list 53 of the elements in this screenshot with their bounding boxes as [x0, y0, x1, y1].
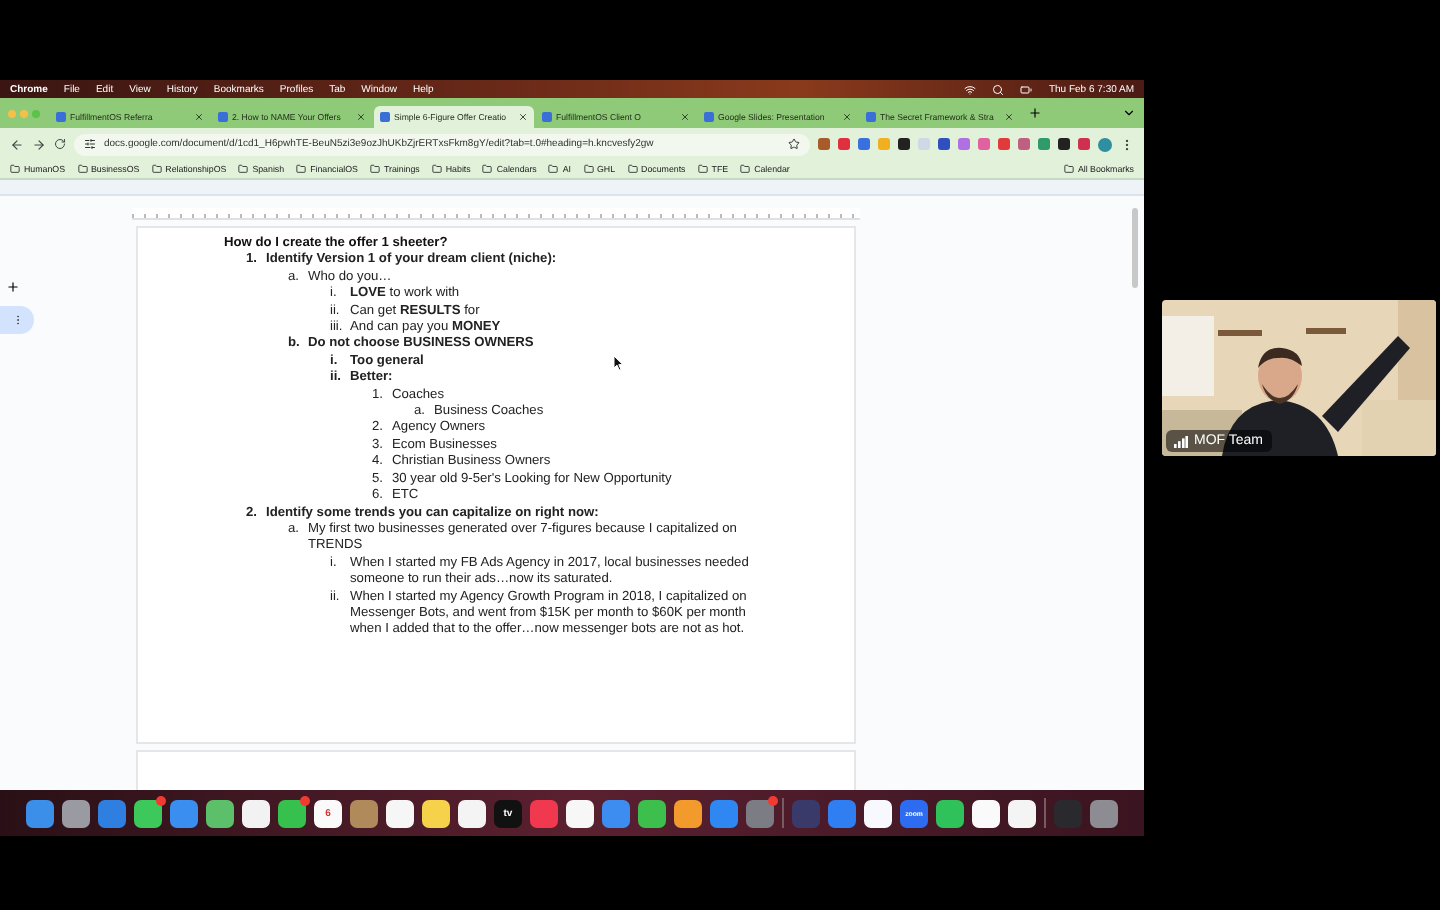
favicon-icon — [704, 112, 714, 122]
folder-icon — [77, 164, 87, 174]
new-tab-icon[interactable] — [1028, 106, 1042, 120]
battery-icon[interactable] — [1020, 83, 1033, 95]
folder-icon — [431, 164, 442, 174]
app-icon[interactable] — [242, 799, 270, 827]
app-icon[interactable] — [864, 799, 892, 827]
folder-icon — [151, 164, 162, 174]
folder-icon — [583, 164, 594, 174]
site-settings-icon[interactable] — [84, 138, 96, 150]
app-icon[interactable] — [936, 799, 964, 827]
favicon-icon — [380, 112, 390, 122]
folder-icon — [627, 164, 638, 174]
folder-icon — [296, 164, 307, 174]
search-icon[interactable] — [992, 83, 1005, 95]
app-icon[interactable] — [674, 799, 702, 827]
bookmark-star-icon[interactable] — [788, 138, 800, 150]
tab-search-icon[interactable] — [1122, 106, 1136, 120]
app-icon[interactable] — [422, 799, 450, 827]
signal-icon — [1174, 435, 1188, 447]
folder-icon — [1063, 164, 1074, 174]
notification-badge — [300, 795, 310, 805]
app-icon[interactable] — [458, 799, 486, 827]
app-icon[interactable] — [278, 799, 306, 827]
scrollbar[interactable] — [1132, 208, 1138, 288]
forward-icon[interactable] — [32, 137, 46, 151]
folder-icon — [697, 164, 708, 174]
folder-icon — [369, 164, 380, 174]
folder-icon — [238, 164, 249, 174]
reload-icon[interactable] — [54, 138, 66, 150]
folder-icon — [740, 164, 751, 174]
folder-icon — [482, 164, 493, 174]
app-icon[interactable] — [134, 799, 162, 827]
folder-icon — [548, 164, 559, 174]
favicon-icon — [542, 112, 552, 122]
profile-avatar[interactable] — [1098, 137, 1112, 151]
app-icon[interactable] — [1008, 799, 1036, 827]
favicon-icon — [866, 112, 876, 122]
notification-badge — [768, 795, 778, 805]
wifi-icon[interactable] — [964, 83, 977, 95]
menu-icon[interactable] — [1120, 137, 1134, 151]
favicon-icon — [56, 112, 66, 122]
folder-icon — [10, 164, 20, 174]
favicon-icon — [218, 112, 228, 122]
app-icon[interactable] — [206, 799, 234, 827]
add-tab-icon[interactable] — [6, 280, 20, 294]
notification-badge — [156, 795, 166, 805]
app-icon[interactable] — [62, 799, 90, 827]
back-icon[interactable] — [10, 137, 24, 151]
app-icon[interactable] — [566, 799, 594, 827]
app-icon[interactable] — [972, 799, 1000, 827]
app-icon[interactable] — [386, 799, 414, 827]
cursor-icon — [614, 356, 624, 370]
